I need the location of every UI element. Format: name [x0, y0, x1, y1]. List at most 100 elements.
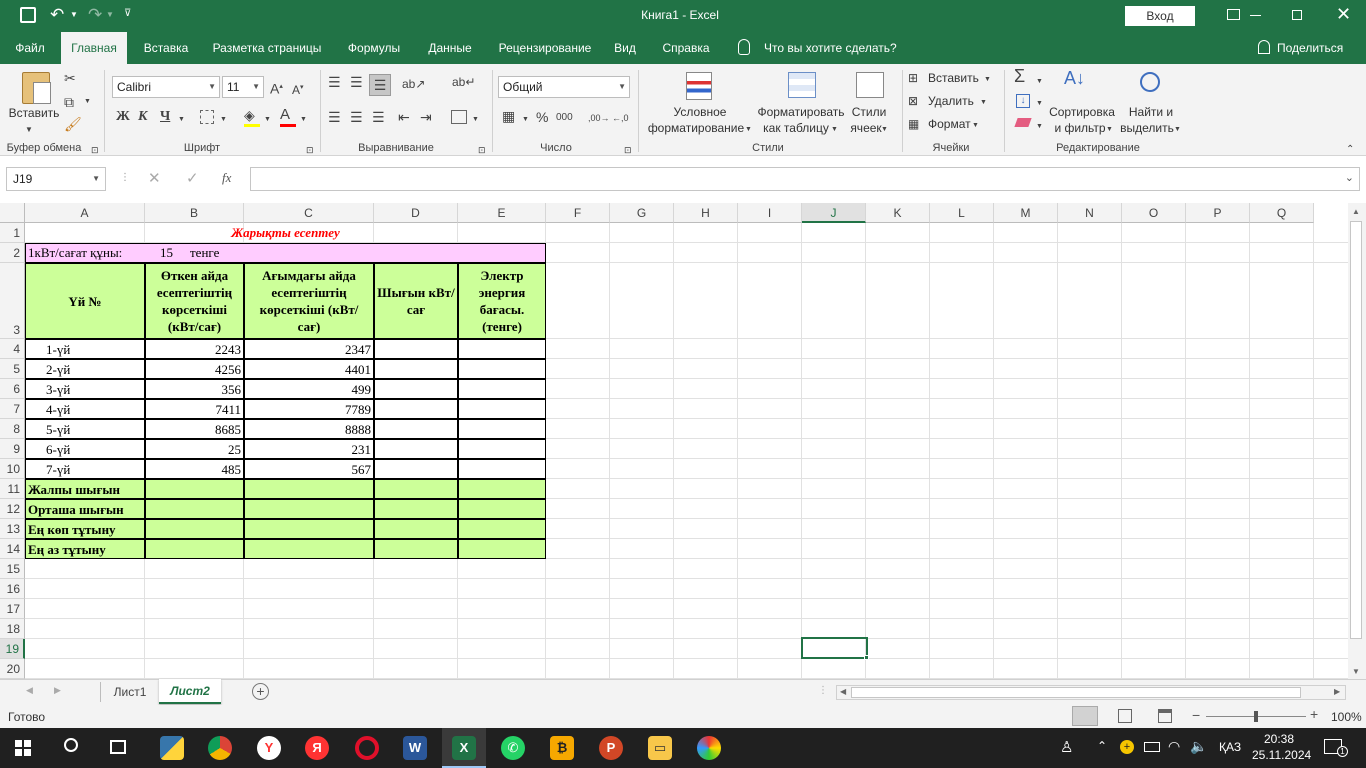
conditional-format-icon[interactable] — [686, 72, 712, 100]
table-row-curr[interactable]: 7789 — [244, 399, 374, 419]
borders-icon[interactable] — [200, 110, 214, 124]
italic-button[interactable]: К — [138, 109, 148, 125]
find-select-label-2[interactable]: выделить — [1118, 121, 1176, 136]
summary-cell[interactable] — [244, 519, 374, 539]
table-row-curr[interactable]: 567 — [244, 459, 374, 479]
summary-label[interactable]: Орташа шығын — [25, 499, 145, 519]
row-header-11[interactable]: 11 — [0, 479, 25, 499]
conditional-format-dropdown-icon[interactable]: ▼ — [745, 122, 752, 138]
zoom-slider-thumb[interactable] — [1254, 711, 1258, 722]
row-header-8[interactable]: 8 — [0, 419, 25, 439]
summary-cell[interactable] — [374, 499, 458, 519]
volume-icon[interactable]: 🔈 — [1190, 738, 1207, 755]
table-row-prev[interactable]: 25 — [145, 439, 244, 459]
column-header-j[interactable]: J — [802, 203, 866, 223]
table-row-house[interactable]: 5-үй — [25, 419, 145, 439]
normal-view-icon[interactable] — [1072, 706, 1098, 726]
undo-icon[interactable]: ↶ — [50, 5, 64, 25]
format-as-table-label-1[interactable]: Форматировать — [752, 105, 850, 120]
save-icon[interactable] — [20, 7, 36, 23]
row-header-16[interactable]: 16 — [0, 579, 25, 599]
cell-styles-label-2[interactable]: ячеек — [846, 121, 886, 136]
table-row-consumption[interactable] — [374, 459, 458, 479]
header-price[interactable]: Электр энергия бағасы. (тенге) — [458, 263, 546, 339]
table-row-house[interactable]: 6-үй — [25, 439, 145, 459]
column-header-a[interactable]: A — [25, 203, 145, 223]
tray-expand-icon[interactable]: ⌃ — [1097, 739, 1107, 753]
conditional-format-label-1[interactable]: Условное — [648, 105, 752, 120]
row-header-2[interactable]: 2 — [0, 243, 25, 263]
column-header-i[interactable]: I — [738, 203, 802, 223]
sheet-title[interactable]: Жарықты есептеу — [25, 223, 546, 243]
table-row-price[interactable] — [458, 359, 546, 379]
find-select-dropdown-icon[interactable]: ▼ — [1174, 122, 1181, 138]
excel-icon[interactable]: X — [452, 736, 476, 760]
row-header-7[interactable]: 7 — [0, 399, 25, 419]
column-header-l[interactable]: L — [930, 203, 994, 223]
font-size-select[interactable]: 11 ▼ — [222, 76, 264, 98]
font-color-dropdown-icon[interactable]: ▼ — [300, 112, 307, 128]
search-icon[interactable] — [64, 738, 78, 752]
decrease-indent-icon[interactable]: ⇤ — [398, 109, 410, 125]
confirm-entry-icon[interactable]: ✓ — [186, 169, 199, 187]
table-row-consumption[interactable] — [374, 339, 458, 359]
column-header-n[interactable]: N — [1058, 203, 1122, 223]
clock-time[interactable]: 20:38 — [1264, 732, 1294, 746]
paint-icon[interactable] — [697, 736, 721, 760]
tab-review[interactable]: Рецензирование — [492, 32, 598, 64]
table-row-price[interactable] — [458, 459, 546, 479]
conditional-format-label-2[interactable]: форматирование — [646, 121, 746, 136]
summary-label[interactable]: Ең көп тұтыну — [25, 519, 145, 539]
delete-dropdown-icon[interactable]: ▼ — [980, 95, 987, 111]
battery-icon[interactable] — [1144, 742, 1160, 752]
row-header-4[interactable]: 4 — [0, 339, 25, 359]
borders-dropdown-icon[interactable]: ▼ — [220, 112, 227, 128]
formula-input[interactable]: ⌄ — [250, 167, 1360, 191]
table-row-consumption[interactable] — [374, 379, 458, 399]
tab-home[interactable]: Главная — [61, 32, 127, 64]
spreadsheet-grid[interactable]: ABCDEFGHIJKLMNOPQ 1 2 3 4 5 6 7 8 9 10 11 12 13 14 15 1… — [0, 203, 1366, 679]
zoom-in-icon[interactable]: + — [1310, 706, 1318, 722]
table-row-price[interactable] — [458, 419, 546, 439]
add-sheet-icon[interactable]: + — [252, 683, 269, 700]
align-bottom-icon[interactable]: ☰ — [369, 74, 391, 96]
column-header-g[interactable]: G — [610, 203, 674, 223]
summary-cell[interactable] — [244, 539, 374, 559]
clear-icon[interactable] — [1014, 118, 1032, 127]
word-icon[interactable]: W — [403, 736, 427, 760]
sheet-scroll-right-icon[interactable]: ▶ — [54, 685, 61, 696]
redo-icon[interactable]: ↷ — [88, 5, 102, 25]
yandex-browser-icon[interactable]: Y — [257, 736, 281, 760]
zoom-out-icon[interactable]: − — [1192, 707, 1200, 723]
table-row-prev[interactable]: 4256 — [145, 359, 244, 379]
name-box[interactable]: J19 ▼ — [6, 167, 106, 191]
scroll-down-icon[interactable]: ▼ — [1352, 667, 1360, 676]
sort-filter-icon[interactable]: A↓ — [1064, 69, 1085, 87]
file-explorer-icon[interactable]: ▭ — [648, 736, 672, 760]
format-as-table-dropdown-icon[interactable]: ▼ — [831, 122, 838, 138]
page-layout-view-icon[interactable] — [1118, 709, 1132, 723]
font-name-select[interactable]: Calibri ▼ — [112, 76, 220, 98]
insert-dropdown-icon[interactable]: ▼ — [984, 72, 991, 88]
number-format-select[interactable]: Общий ▼ — [498, 76, 630, 98]
table-row-price[interactable] — [458, 379, 546, 399]
column-header-k[interactable]: K — [866, 203, 930, 223]
insert-cells-icon[interactable]: ⊞ — [908, 70, 918, 86]
sort-filter-dropdown-icon[interactable]: ▼ — [1106, 122, 1113, 138]
sheet-scroll-left-icon[interactable]: ◀ — [26, 685, 33, 696]
minimize-icon[interactable] — [1250, 15, 1261, 16]
zoom-slider[interactable] — [1206, 711, 1306, 722]
clock-date[interactable]: 25.11.2024 — [1252, 748, 1311, 762]
table-row-prev[interactable]: 8685 — [145, 419, 244, 439]
column-header-h[interactable]: H — [674, 203, 738, 223]
powerpoint-icon[interactable]: P — [599, 736, 623, 760]
column-header-o[interactable]: O — [1122, 203, 1186, 223]
summary-cell[interactable] — [374, 539, 458, 559]
delete-cells-icon[interactable]: ⊠ — [908, 93, 918, 109]
fill-handle[interactable] — [864, 655, 869, 660]
fill-color-dropdown-icon[interactable]: ▼ — [264, 112, 271, 128]
column-header-f[interactable]: F — [546, 203, 610, 223]
row-header-5[interactable]: 5 — [0, 359, 25, 379]
comma-style-icon[interactable]: 000 — [556, 110, 573, 126]
yandex-icon[interactable]: Я — [305, 736, 329, 760]
